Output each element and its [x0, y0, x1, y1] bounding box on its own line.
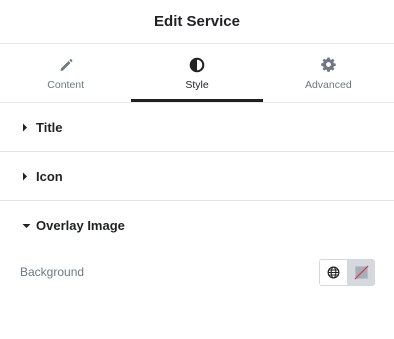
section-title-label: Title [36, 119, 63, 135]
gear-icon [321, 56, 336, 74]
background-control: Background [0, 257, 394, 287]
tab-content-label: Content [47, 78, 85, 91]
section-title[interactable]: Title [0, 103, 394, 152]
background-type-choices [319, 258, 375, 286]
section-icon-label: Icon [36, 168, 63, 184]
tab-style[interactable]: Style [131, 44, 263, 102]
background-none-option[interactable] [347, 259, 374, 285]
caret-right-icon [22, 172, 32, 181]
none-slash-icon [354, 265, 369, 280]
background-classic-option[interactable] [320, 259, 347, 285]
style-sections: Title Icon Overlay Image Background [0, 103, 394, 287]
pencil-icon [59, 56, 73, 74]
panel-title: Edit Service [154, 13, 240, 30]
panel-header: Edit Service [0, 0, 394, 44]
caret-right-icon [22, 123, 32, 132]
tab-advanced[interactable]: Advanced [263, 44, 394, 102]
panel-tabs: Content Style Advanced [0, 44, 394, 103]
section-overlay-image-label: Overlay Image [36, 218, 125, 233]
tab-advanced-label: Advanced [304, 78, 352, 91]
background-label: Background [20, 265, 85, 279]
section-icon[interactable]: Icon [0, 152, 394, 201]
caret-down-icon [22, 223, 32, 229]
tab-content[interactable]: Content [0, 44, 131, 102]
globe-icon [327, 266, 340, 279]
tab-style-label: Style [185, 78, 209, 91]
contrast-icon [189, 56, 205, 74]
section-overlay-image[interactable]: Overlay Image [0, 201, 394, 250]
